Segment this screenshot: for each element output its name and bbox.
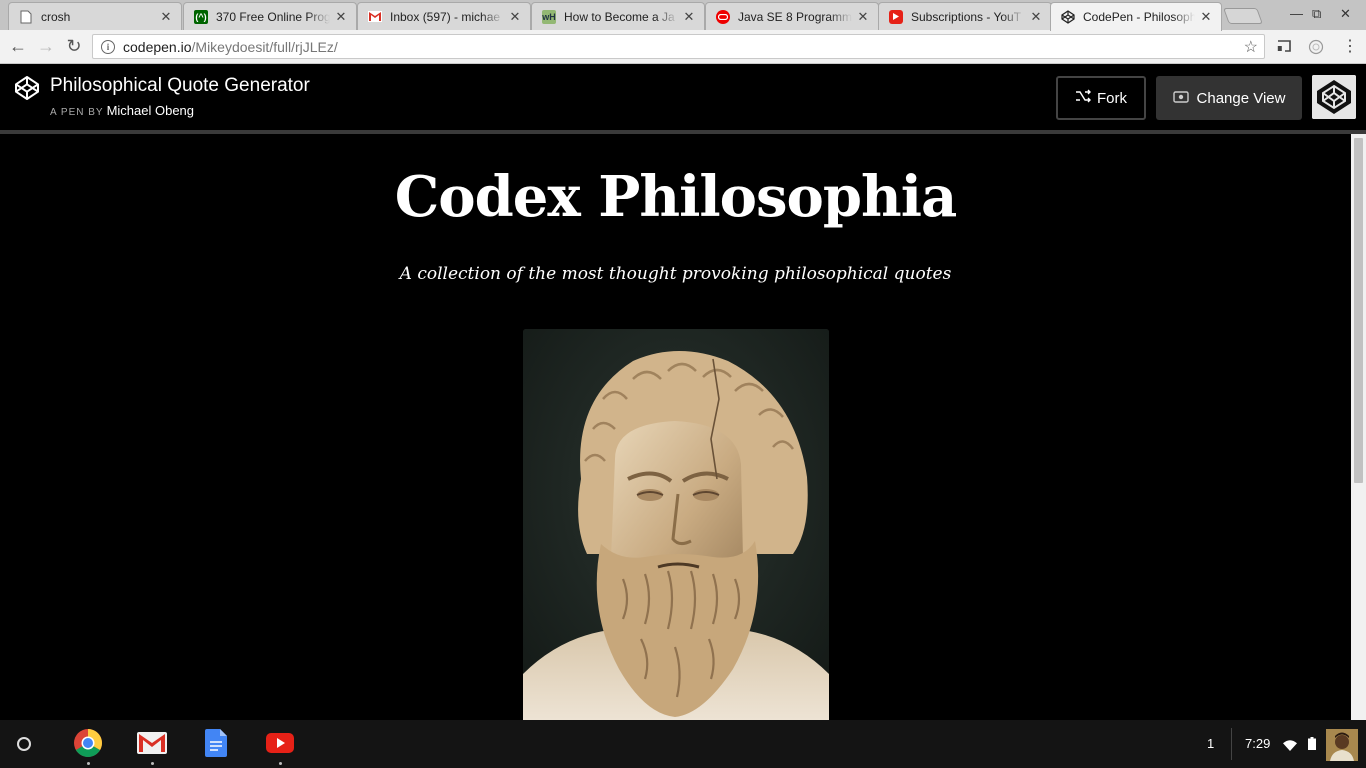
bookmark-star-icon[interactable]: ☆ <box>1244 37 1258 57</box>
back-arrow-icon[interactable]: ← <box>8 36 28 56</box>
tab-title: How to Become a Ja <box>564 9 675 24</box>
gmail-icon[interactable] <box>137 728 167 758</box>
fork-button[interactable]: Fork <box>1056 76 1146 120</box>
codepen-logo-icon[interactable] <box>14 75 40 106</box>
codepen-icon <box>1061 10 1075 24</box>
close-icon[interactable]: ✕ <box>334 9 348 25</box>
by-label: A PEN BY <box>50 107 104 118</box>
page-title: Codex Philosophia <box>394 164 958 230</box>
document-icon <box>19 10 33 24</box>
user-profile-avatar[interactable] <box>1326 729 1358 761</box>
change-view-button[interactable]: Change View <box>1156 76 1302 120</box>
tab-wikihow[interactable]: wH How to Become a Ja ✕ <box>531 2 705 30</box>
url-host: codepen.io <box>123 38 192 55</box>
tab-strip: crosh ✕ (^) 370 Free Online Prog ✕ Inbox… <box>0 0 1366 31</box>
tab-title: crosh <box>41 9 71 24</box>
close-icon[interactable]: ✕ <box>1199 9 1213 25</box>
tab-freecodecamp[interactable]: (^) 370 Free Online Prog ✕ <box>183 2 357 30</box>
pen-byline: A PEN BY Michael Obeng <box>50 103 194 118</box>
battery-icon[interactable] <box>1308 737 1316 755</box>
cast-icon[interactable] <box>1277 39 1291 55</box>
google-docs-icon[interactable] <box>201 728 231 758</box>
wikihow-icon: wH <box>542 9 556 24</box>
freecodecamp-icon: (^) <box>194 9 208 24</box>
philosopher-bust-image <box>523 329 829 720</box>
tab-youtube[interactable]: Subscriptions - YouT ✕ <box>878 2 1052 30</box>
tab-title: Java SE 8 Programm <box>738 9 852 24</box>
tab-crosh[interactable]: crosh ✕ <box>8 2 182 30</box>
close-icon[interactable]: ✕ <box>1029 9 1043 25</box>
running-indicator <box>279 762 282 765</box>
address-bar[interactable]: i codepen.io/Mikeydoesit/full/rjJLEz/ ☆ <box>92 34 1265 59</box>
fork-label: Fork <box>1097 89 1127 107</box>
tab-title: CodePen - Philosoph <box>1083 10 1195 24</box>
pen-preview: Codex Philosophia A collection of the mo… <box>0 134 1351 720</box>
url-path: /Mikeydoesit/full/rjJLEz/ <box>191 38 338 55</box>
clock[interactable]: 7:29 <box>1245 736 1270 751</box>
user-avatar[interactable] <box>1312 75 1356 119</box>
codepen-header: Philosophical Quote Generator A PEN BY Mi… <box>0 65 1366 130</box>
running-indicator <box>151 762 154 765</box>
minimize-icon[interactable]: — <box>1290 6 1303 21</box>
close-icon[interactable]: ✕ <box>508 9 522 25</box>
close-icon[interactable]: ✕ <box>682 9 696 25</box>
tab-codepen[interactable]: CodePen - Philosoph ✕ <box>1050 2 1222 31</box>
tab-title: Inbox (597) - michae <box>390 9 501 24</box>
fork-icon <box>1075 89 1091 107</box>
youtube-icon <box>889 9 903 24</box>
close-icon[interactable]: ✕ <box>159 9 173 25</box>
tab-gmail[interactable]: Inbox (597) - michae ✕ <box>357 2 531 30</box>
chrome-icon[interactable] <box>73 728 103 758</box>
browser-toolbar: ← → ↻ i codepen.io/Mikeydoesit/full/rjJL… <box>0 30 1366 64</box>
window-close-icon[interactable]: ✕ <box>1340 6 1351 22</box>
page-subtitle: A collection of the most thought provoki… <box>399 264 952 284</box>
oracle-icon <box>716 9 730 24</box>
running-indicator <box>87 762 90 765</box>
tab-oracle[interactable]: Java SE 8 Programm ✕ <box>705 2 879 30</box>
youtube-icon[interactable] <box>265 728 295 758</box>
change-view-label: Change View <box>1196 89 1286 107</box>
scrollbar[interactable] <box>1351 134 1366 720</box>
scrollbar-thumb[interactable] <box>1354 138 1363 483</box>
reload-icon[interactable]: ↻ <box>64 36 84 56</box>
tab-title: 370 Free Online Prog <box>216 9 330 24</box>
forward-arrow-icon[interactable]: → <box>36 36 56 56</box>
new-tab-button[interactable] <box>1223 8 1263 24</box>
launcher-icon[interactable] <box>17 737 31 751</box>
codepen-avatar-icon <box>1312 75 1356 119</box>
info-icon[interactable]: i <box>101 39 115 54</box>
tab-title: Subscriptions - YouT <box>911 9 1022 24</box>
notification-count[interactable]: 1 <box>1207 736 1214 751</box>
gmail-icon <box>368 10 382 24</box>
wifi-icon[interactable] <box>1283 738 1297 756</box>
author-link[interactable]: Michael Obeng <box>107 103 194 118</box>
extension-icon[interactable] <box>1308 39 1324 58</box>
menu-kebab-icon[interactable]: ⋮ <box>1342 36 1358 56</box>
shelf-divider <box>1231 728 1232 760</box>
pen-title: Philosophical Quote Generator <box>50 75 310 96</box>
eye-icon <box>1172 90 1189 107</box>
maximize-icon[interactable]: ⧉ <box>1312 6 1321 22</box>
close-icon[interactable]: ✕ <box>856 9 870 25</box>
